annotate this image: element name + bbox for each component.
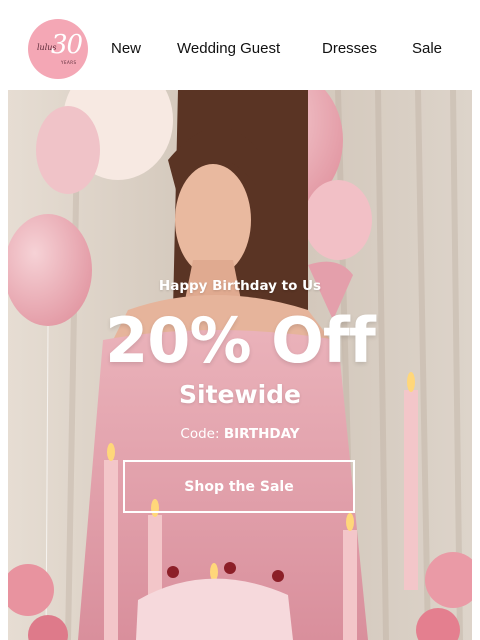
- nav-item-new[interactable]: New: [111, 40, 141, 57]
- hero-banner[interactable]: Happy Birthday to Us 20% Off Sitewide Co…: [8, 90, 472, 640]
- cta-label: Shop the Sale: [184, 478, 294, 495]
- hero-headline: 20% Off: [105, 304, 376, 377]
- promo-code-label: Code:: [180, 426, 220, 442]
- hero-eyebrow: Happy Birthday to Us: [158, 278, 322, 294]
- logo-years-text: YEARS: [61, 60, 77, 65]
- site-header: lulus 30 YEARS New Wedding Guest Dresses…: [0, 0, 480, 90]
- promo-code: Code: BIRTHDAY: [8, 426, 472, 442]
- promo-code-value: BIRTHDAY: [223, 426, 300, 442]
- hero-copy: Happy Birthday to Us 20% Off Sitewide Co…: [8, 90, 472, 640]
- shop-the-sale-button[interactable]: Shop the Sale: [123, 460, 355, 513]
- nav-item-dresses[interactable]: Dresses: [322, 40, 377, 57]
- logo-anniversary-number: 30: [51, 30, 83, 60]
- nav-item-wedding-guest[interactable]: Wedding Guest: [177, 40, 280, 57]
- hero-subheadline: Sitewide: [179, 380, 301, 409]
- brand-logo[interactable]: lulus 30 YEARS: [28, 19, 88, 79]
- nav-item-sale[interactable]: Sale: [412, 40, 442, 57]
